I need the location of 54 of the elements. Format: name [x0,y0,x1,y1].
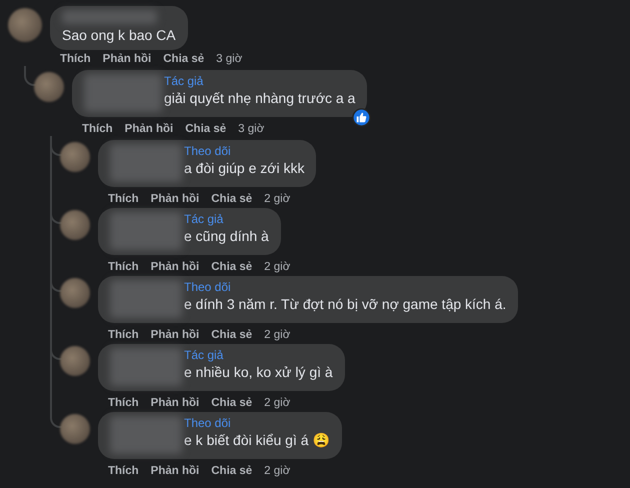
avatar [60,142,90,172]
action-link[interactable]: Phản hồi [150,464,200,478]
avatar [34,72,64,102]
avatar [60,414,90,444]
action-link[interactable]: Chia sẻ [211,192,252,206]
action-link[interactable]: Thích [82,122,113,136]
timestamp: 2 giờ [264,464,290,478]
comment-text: a đòi giúp e zới kkk [184,159,304,178]
action-link[interactable]: Thích [60,52,91,66]
timestamp: 2 giờ [264,328,290,342]
role-label: Theo dõi [184,144,232,159]
avatar [60,346,90,376]
role-label: Tác giả [164,74,204,89]
role-label: Theo dõi [184,416,232,431]
blurred-name [110,144,182,182]
action-link[interactable]: Phản hồi [124,122,174,136]
timestamp: 2 giờ [264,396,290,410]
role-label: Theo dõi [184,280,232,295]
avatar [60,210,90,240]
action-link[interactable]: Phản hồi [150,328,200,342]
comment-text: e cũng dính à [184,227,269,246]
action-link[interactable]: Thích [108,328,139,342]
blurred-name [110,416,182,454]
action-link[interactable]: Chia sẻ [163,52,204,66]
comment-text: Sao ong k bao CA [62,26,176,45]
action-link[interactable]: Phản hồi [150,396,200,410]
emoji-icon: 😩 [312,431,330,450]
action-link[interactable]: Chia sẻ [211,464,252,478]
timestamp: 3 giờ [238,122,264,136]
timestamp: 2 giờ [264,192,290,206]
comment-text: e k biết đòi kiểu gì á [184,431,309,450]
action-link[interactable]: Phản hồi [150,192,200,206]
comment-text: e nhiều ko, ko xử lý gì à [184,363,333,382]
role-label: Tác giả [184,348,224,363]
action-link[interactable]: Phản hồi [150,260,200,274]
action-link[interactable]: Thích [108,396,139,410]
blurred-name [110,348,182,386]
action-link[interactable]: Thích [108,192,139,206]
blurred-name [110,280,182,318]
action-link[interactable]: Thích [108,260,139,274]
role-label: Tác giả [184,212,224,227]
timestamp: 2 giờ [264,260,290,274]
blurred-name [110,212,182,250]
action-link[interactable]: Chia sẻ [211,260,252,274]
comment-text: giải quyết nhẹ nhàng trước a a [164,89,356,108]
comment-text: e dính 3 năm r. Từ đợt nó bị vỡ nợ game tập kích á. [184,295,506,314]
action-link[interactable]: Chia sẻ [211,396,252,410]
action-link[interactable]: Chia sẻ [211,328,252,342]
avatar [8,8,42,42]
action-link[interactable]: Thích [108,464,139,478]
action-link[interactable]: Phản hồi [102,52,152,66]
action-link[interactable]: Chia sẻ [185,122,226,136]
timestamp: 3 giờ [216,52,242,66]
avatar [60,278,90,308]
